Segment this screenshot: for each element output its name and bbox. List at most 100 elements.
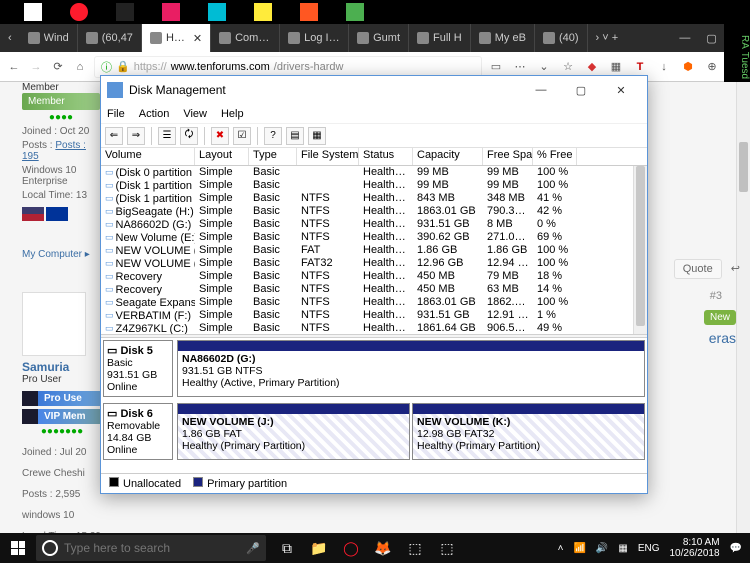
reader-icon[interactable]: ▭	[488, 59, 504, 75]
browser-tab[interactable]: Gumt	[349, 24, 409, 52]
my-computer-link[interactable]: My Computer ▸	[22, 249, 100, 260]
handbrake-icon[interactable]	[300, 3, 318, 21]
volume-row[interactable]: VERBATIM (F:)SimpleBasicNTFSHealthy (P..…	[101, 309, 647, 322]
col-status[interactable]: Status	[359, 148, 413, 165]
explorer-icon[interactable]: 📁	[308, 537, 330, 559]
browser-tab[interactable]: (60,47	[78, 24, 142, 52]
disk-header[interactable]: ▭ Disk 6Removable14.84 GBOnline	[103, 403, 173, 460]
forward-button[interactable]: →	[28, 59, 44, 75]
search-box[interactable]: 🎤	[36, 535, 266, 561]
list-button[interactable]: ▤	[286, 127, 304, 145]
notifications-icon[interactable]: 💬	[730, 543, 742, 554]
volume-row[interactable]: NEW VOLUME (K:)SimpleBasicFAT32Healthy (…	[101, 257, 647, 270]
disk-row[interactable]: ▭ Disk 5Basic931.51 GBOnlineNA86602D (G:…	[103, 340, 645, 397]
menu-file[interactable]: File	[107, 108, 125, 120]
m-icon[interactable]	[162, 3, 180, 21]
ublock-icon[interactable]: ⬢	[680, 59, 696, 75]
window-maximize[interactable]: ▢	[698, 24, 724, 52]
properties-button[interactable]: ☑	[233, 127, 251, 145]
browser-tab[interactable]: Log In ‹ d	[280, 24, 349, 52]
language-indicator[interactable]: ENG	[638, 543, 660, 554]
minimize-button[interactable]: —	[521, 78, 561, 102]
show-hide-button[interactable]: ☰	[158, 127, 176, 145]
utorrent-icon[interactable]	[346, 3, 364, 21]
help-button[interactable]: ?	[264, 127, 282, 145]
start-button[interactable]	[0, 533, 36, 563]
site-info-icon[interactable]: ⓘ	[101, 59, 112, 75]
volume-row[interactable]: NA86602D (G:)SimpleBasicNTFSHealthy (A..…	[101, 218, 647, 231]
browser-tab[interactable]: Full H	[409, 24, 471, 52]
tab-close-icon[interactable]: ✕	[193, 32, 202, 45]
avatar[interactable]	[22, 292, 86, 356]
volume-row[interactable]: (Disk 1 partition 2)SimpleBasicHealthy (…	[101, 179, 647, 192]
menu-dots-icon[interactable]: ⋯	[512, 59, 528, 75]
clock[interactable]: 8:10 AM 10/26/2018	[669, 537, 719, 559]
video-icon[interactable]	[208, 3, 226, 21]
disk-graphical-view[interactable]: ▭ Disk 5Basic931.51 GBOnlineNA86602D (G:…	[101, 338, 647, 473]
menu-help[interactable]: Help	[221, 108, 244, 120]
download-icon[interactable]: ↓	[656, 59, 672, 75]
opera-icon[interactable]	[70, 3, 88, 21]
chrome-icon[interactable]	[24, 3, 42, 21]
opera-taskbar-icon[interactable]: ◯	[340, 537, 362, 559]
nav-fwd-button[interactable]: ⇒	[127, 127, 145, 145]
pocket-icon[interactable]: ⌄	[536, 59, 552, 75]
volume-rows[interactable]: (Disk 0 partition 2)SimpleBasicHealthy (…	[101, 166, 647, 334]
eras-link[interactable]: eras	[709, 330, 736, 346]
refresh-button[interactable]: 🗘	[180, 127, 198, 145]
col-layout[interactable]: Layout	[195, 148, 249, 165]
quote-button[interactable]: Quote	[674, 259, 722, 279]
ext5-icon[interactable]: ⊕	[704, 59, 720, 75]
partition[interactable]: NEW VOLUME (J:)1.86 GB FATHealthy (Prima…	[177, 403, 410, 460]
list-scrollbar[interactable]	[633, 166, 647, 334]
app6-icon[interactable]: ⬚	[436, 537, 458, 559]
maximize-button[interactable]: ▢	[561, 78, 601, 102]
tab-nav-right[interactable]: › ˅ +	[588, 24, 627, 52]
col-fs[interactable]: File System	[297, 148, 359, 165]
volume-row[interactable]: Z4Z967KL (C:)SimpleBasicNTFSHealthy (B..…	[101, 322, 647, 334]
col-pctfree[interactable]: % Free	[533, 148, 577, 165]
volume-row[interactable]: NEW VOLUME (J:)SimpleBasicFATHealthy (P.…	[101, 244, 647, 257]
volume-row[interactable]: RecoverySimpleBasicNTFSHealthy (...450 M…	[101, 283, 647, 296]
window-minimize[interactable]: —	[671, 24, 698, 52]
putty-icon[interactable]	[254, 3, 272, 21]
menu-action[interactable]: Action	[139, 108, 170, 120]
nav-back-button[interactable]: ⇐	[105, 127, 123, 145]
partition[interactable]: NA86602D (G:)931.51 GB NTFSHealthy (Acti…	[177, 340, 645, 397]
reload-button[interactable]: ⟳	[50, 59, 66, 75]
tab-nav-left[interactable]: ‹	[0, 24, 20, 52]
ext1-icon[interactable]: ◆	[584, 59, 600, 75]
home-button[interactable]: ⌂	[72, 59, 88, 75]
post-number[interactable]: #3	[710, 290, 722, 302]
browser-tab[interactable]: (40)	[535, 24, 588, 52]
tray-overflow-icon[interactable]: ˄	[558, 543, 564, 554]
menu-view[interactable]: View	[183, 108, 207, 120]
search-input[interactable]	[64, 541, 240, 555]
close-button[interactable]: ✕	[601, 78, 641, 102]
window-titlebar[interactable]: Disk Management — ▢ ✕	[101, 76, 647, 104]
browser-tab[interactable]: Wind	[20, 24, 78, 52]
app5-icon[interactable]: ⬚	[404, 537, 426, 559]
volume-row[interactable]: RecoverySimpleBasicNTFSHealthy (...450 M…	[101, 270, 647, 283]
detail-button[interactable]: ▦	[308, 127, 326, 145]
col-volume[interactable]: Volume	[101, 148, 195, 165]
volume-row[interactable]: Seagate Expansion...SimpleBasicNTFSHealt…	[101, 296, 647, 309]
col-type[interactable]: Type	[249, 148, 297, 165]
page-scrollbar[interactable]	[736, 82, 750, 533]
col-free[interactable]: Free Spa...	[483, 148, 533, 165]
mic-icon[interactable]: 🎤	[246, 542, 260, 555]
volume-row[interactable]: New Volume (E:)SimpleBasicNTFSHealthy (P…	[101, 231, 647, 244]
partition[interactable]: NEW VOLUME (K:)12.98 GB FAT32Healthy (Pr…	[412, 403, 645, 460]
firefox-icon[interactable]: 🦊	[372, 537, 394, 559]
star-icon[interactable]: ☆	[560, 59, 576, 75]
col-capacity[interactable]: Capacity	[413, 148, 483, 165]
volume-row[interactable]: (Disk 1 partition 5)SimpleBasicNTFSHealt…	[101, 192, 647, 205]
tray-app-icon[interactable]: ▦	[618, 543, 627, 554]
ext2-icon[interactable]: ▦	[608, 59, 624, 75]
disk-row[interactable]: ▭ Disk 6Removable14.84 GBOnlineNEW VOLUM…	[103, 403, 645, 460]
delete-button[interactable]: ✖	[211, 127, 229, 145]
reply-icon[interactable]: ↩	[731, 263, 740, 275]
volume-row[interactable]: BigSeagate (H:)SimpleBasicNTFSHealthy (A…	[101, 205, 647, 218]
taskview-icon[interactable]: ⧉	[276, 537, 298, 559]
network-icon[interactable]: 📶	[573, 543, 585, 554]
